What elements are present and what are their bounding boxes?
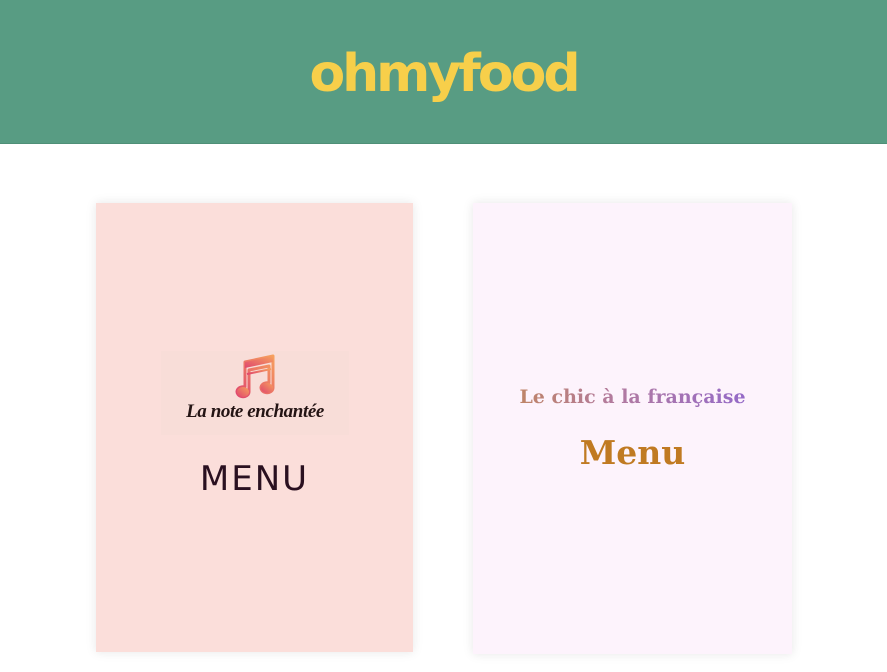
menu-card-note-enchantee[interactable]: La note enchantée MENU — [96, 203, 413, 652]
restaurant-name: La note enchantée — [186, 401, 324, 422]
menu-title: MENU — [199, 459, 310, 499]
restaurant-name: Le chic à la française — [473, 385, 792, 409]
site-header: ohmyfood — [0, 0, 887, 144]
site-logo[interactable]: ohmyfood — [0, 40, 887, 108]
menu-card-chic-francaise[interactable]: Le chic à la française Menu — [473, 203, 792, 654]
restaurant-logo: La note enchantée — [161, 351, 349, 435]
music-note-icon — [235, 354, 275, 399]
menu-title: Menu — [579, 433, 686, 472]
